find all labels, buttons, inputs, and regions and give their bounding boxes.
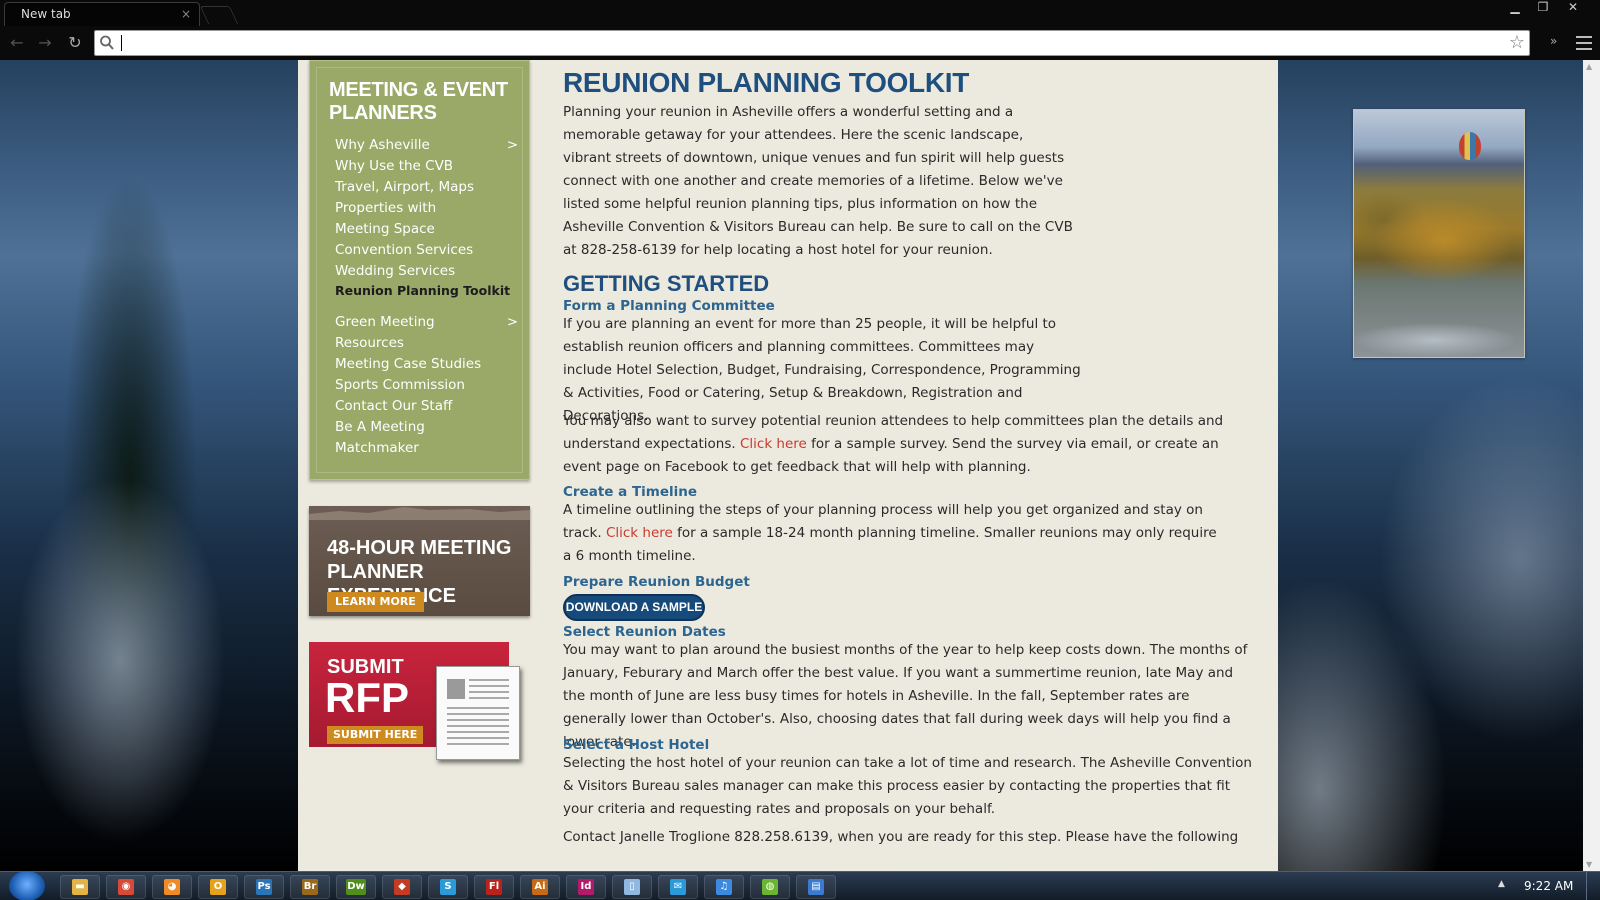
minimize-button[interactable]: ▁ <box>1502 0 1528 18</box>
messenger-icon[interactable]: ✉ <box>658 875 698 899</box>
hotel-paragraph: Selecting the host hotel of your reunion… <box>563 755 1252 817</box>
budget-heading: Prepare Reunion Budget <box>563 574 750 590</box>
restore-button[interactable]: ❐ <box>1530 0 1556 18</box>
sidebar-item-matchmaker[interactable]: Matchmaker <box>335 438 520 459</box>
timeline-link[interactable]: Click here <box>606 525 673 541</box>
itunes-icon[interactable]: ♫ <box>704 875 744 899</box>
address-bar[interactable]: ☆ <box>94 30 1530 56</box>
sidebar-item-contact-staff[interactable]: Contact Our Staff <box>335 396 520 417</box>
tab-close-icon[interactable]: × <box>181 7 191 21</box>
submit-here-button[interactable]: SUBMIT HERE <box>327 726 424 744</box>
scroll-down-icon[interactable]: ▼ <box>1586 860 1592 869</box>
mountain-silhouette-icon <box>309 507 530 520</box>
outlook-icon[interactable]: O <box>198 875 238 899</box>
chrome-icon[interactable]: ◉ <box>106 875 146 899</box>
photoshop-icon[interactable]: Ps <box>244 875 284 899</box>
tab-title: New tab <box>21 7 71 21</box>
page-viewport: MEETING & EVENT PLANNERS Why Asheville > … <box>0 60 1600 871</box>
sidebar-item-why-asheville[interactable]: Why Asheville > <box>335 135 520 156</box>
forward-icon[interactable]: → <box>34 32 56 54</box>
dates-heading: Select Reunion Dates <box>563 624 726 640</box>
window-icon[interactable]: ▤ <box>796 875 836 899</box>
reload-icon[interactable]: ↻ <box>64 32 86 54</box>
sidebar-item-travel[interactable]: Travel, Airport, Maps <box>335 177 520 198</box>
text-caret <box>121 35 122 51</box>
hot-air-balloon-icon <box>1459 132 1481 160</box>
illustrator-icon[interactable]: Ai <box>520 875 560 899</box>
committee-heading: Form a Planning Committee <box>563 298 775 314</box>
scroll-up-icon[interactable]: ▲ <box>1586 62 1592 71</box>
contact-paragraph: Contact Janelle Troglione 828.258.6139, … <box>563 829 1239 845</box>
bookmark-star-icon[interactable]: ☆ <box>1509 32 1525 53</box>
chevron-right-icon: > <box>506 137 518 153</box>
browser-chrome: New tab × ▁ ❐ ✕ ← → ↻ ☆ » <box>0 0 1600 60</box>
show-desktop-button[interactable] <box>1586 872 1600 900</box>
search-icon <box>100 35 114 50</box>
survey-link[interactable]: Click here <box>740 436 807 452</box>
browser-tab[interactable]: New tab × <box>4 2 200 26</box>
sidebar-item-be-a-meeting[interactable]: Be A Meeting <box>335 417 520 438</box>
chevron-right-icon: > <box>506 314 518 330</box>
getting-started-heading: GETTING STARTED <box>563 271 770 296</box>
sidebar-nav: MEETING & EVENT PLANNERS Why Asheville > … <box>309 60 530 480</box>
sidebar-menu: Why Asheville > Why Use the CVB Travel, A… <box>335 135 520 459</box>
page-container: MEETING & EVENT PLANNERS Why Asheville > … <box>298 60 1525 871</box>
promo-48-hour-banner[interactable]: 48-HOUR MEETING PLANNER EXPERIENCE LEARN… <box>309 506 530 616</box>
start-button-icon[interactable] <box>9 871 45 900</box>
windows-taskbar: ▬ ◉ ◕ O Ps Br Dw ◆ S Fl Ai Id ▯ ✉ ♫ ◍ ▤ ▲ 9:22 AM <box>0 871 1600 900</box>
vertical-scrollbar[interactable]: ▲ ▼ <box>1583 60 1600 871</box>
sidebar-item-properties[interactable]: Properties with <box>335 198 520 219</box>
filezilla-icon[interactable]: ◆ <box>382 875 422 899</box>
skype-icon[interactable]: S <box>428 875 468 899</box>
sidebar-title: MEETING & EVENT PLANNERS <box>329 79 508 124</box>
timeline-paragraph: A timeline outlining the steps of your p… <box>563 502 1217 564</box>
intro-paragraph: Planning your reunion in Asheville offer… <box>563 104 1073 258</box>
spotify-icon[interactable]: ◍ <box>750 875 790 899</box>
page-title: REUNION PLANNING TOOLKIT <box>563 67 970 98</box>
system-clock[interactable]: 9:22 AM <box>1524 879 1573 893</box>
tray-expand-icon[interactable]: ▲ <box>1498 879 1505 889</box>
extensions-overflow-icon[interactable]: » <box>1550 34 1557 48</box>
document-icon <box>436 666 520 760</box>
hotel-heading: Select a Host Hotel <box>563 737 710 753</box>
explorer-icon[interactable]: ▬ <box>60 875 100 899</box>
document-photo-placeholder <box>447 679 465 699</box>
menu-icon[interactable] <box>1576 36 1592 50</box>
download-sample-button[interactable]: DOWNLOAD A SAMPLE <box>563 594 705 621</box>
asheville-aerial-photo <box>1353 109 1525 358</box>
new-tab-button[interactable] <box>199 6 239 24</box>
sidebar-item-why-use-cvb[interactable]: Why Use the CVB <box>335 156 520 177</box>
survey-paragraph: You may also want to survey potential re… <box>563 413 1224 475</box>
back-icon[interactable]: ← <box>6 32 28 54</box>
sidebar-item-sports-commission[interactable]: Sports Commission <box>335 375 520 396</box>
bridge-icon[interactable]: Br <box>290 875 330 899</box>
sidebar-item-wedding-services[interactable]: Wedding Services <box>335 261 520 282</box>
sidebar-item-meeting-space[interactable]: Meeting Space <box>335 219 520 240</box>
timeline-heading: Create a Timeline <box>563 484 698 500</box>
browser-toolbar: ← → ↻ ☆ » <box>0 28 1600 60</box>
close-window-button[interactable]: ✕ <box>1560 0 1586 18</box>
rfp-label: RFP <box>325 674 409 721</box>
learn-more-button[interactable]: LEARN MORE <box>327 592 424 612</box>
sidebar-item-convention-services[interactable]: Convention Services <box>335 240 520 261</box>
sidebar-item-reunion-toolkit[interactable]: Reunion Planning Toolkit <box>335 282 520 312</box>
dreamweaver-icon[interactable]: Dw <box>336 875 376 899</box>
sidebar-item-resources[interactable]: Resources <box>335 333 520 354</box>
notes-icon[interactable]: ▯ <box>612 875 652 899</box>
indesign-icon[interactable]: Id <box>566 875 606 899</box>
sidebar-item-case-studies[interactable]: Meeting Case Studies <box>335 354 520 375</box>
firefox-icon[interactable]: ◕ <box>152 875 192 899</box>
flash-icon[interactable]: Fl <box>474 875 514 899</box>
sidebar-item-green-meeting[interactable]: Green Meeting > <box>335 312 520 333</box>
